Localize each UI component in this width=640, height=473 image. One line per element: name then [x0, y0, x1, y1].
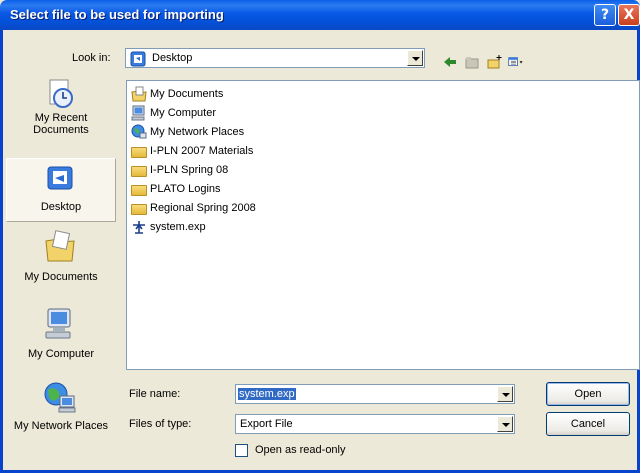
- title-bar[interactable]: Select file to be used for importing ? X: [0, 0, 640, 30]
- file-name-input[interactable]: system.exp: [235, 384, 515, 404]
- file-name-dropdown-arrow[interactable]: [497, 386, 513, 402]
- my-computer-icon: [45, 308, 71, 339]
- folder-icon: [131, 185, 147, 196]
- list-item[interactable]: system.exp: [131, 218, 206, 236]
- view-menu-icon[interactable]: [508, 54, 524, 70]
- up-folder-icon[interactable]: [464, 54, 480, 70]
- file-name: I-PLN Spring 08: [150, 164, 229, 176]
- file-type-value: Export File: [240, 418, 293, 430]
- new-folder-icon[interactable]: [487, 54, 503, 70]
- folder-icon: [131, 147, 147, 158]
- network-places-icon: [44, 382, 76, 413]
- read-only-checkbox[interactable]: [235, 444, 248, 457]
- place-my-network-places[interactable]: My Network Places: [6, 376, 116, 446]
- file-name: My Computer: [150, 107, 217, 119]
- open-button[interactable]: Open: [546, 382, 630, 406]
- list-item[interactable]: My Computer: [131, 104, 216, 122]
- place-label: My Recent Documents: [33, 112, 89, 136]
- list-item[interactable]: PLATO Logins: [131, 180, 221, 198]
- place-label: My Network Places: [13, 420, 109, 432]
- list-item[interactable]: My Documents: [131, 85, 223, 103]
- look-in-dropdown-arrow[interactable]: [407, 50, 423, 66]
- my-documents-icon: [45, 230, 75, 262]
- desktop-icon: [47, 166, 73, 190]
- place-my-recent-documents[interactable]: My Recent Documents: [6, 70, 116, 140]
- place-label: Desktop: [40, 201, 82, 213]
- window-title: Select file to be used for importing: [10, 7, 224, 22]
- place-label: My Documents: [24, 271, 98, 283]
- file-type-label: Files of type:: [129, 418, 192, 430]
- help-icon: ?: [600, 7, 610, 23]
- my-documents-icon: [131, 86, 147, 102]
- file-name: PLATO Logins: [150, 183, 221, 195]
- file-name: Regional Spring 2008: [150, 202, 256, 214]
- file-name: I-PLN 2007 Materials: [150, 145, 254, 157]
- file-list[interactable]: My Documents My Computer My Network Plac…: [126, 80, 640, 370]
- file-name-label: File name:: [129, 388, 181, 400]
- place-my-documents[interactable]: My Documents: [6, 225, 116, 295]
- file-type-dropdown-arrow[interactable]: [497, 416, 513, 432]
- desktop-small-icon: [130, 51, 146, 67]
- recent-documents-icon: [49, 79, 73, 108]
- look-in-dropdown[interactable]: Desktop: [125, 48, 425, 68]
- help-button[interactable]: ?: [594, 4, 616, 26]
- list-item[interactable]: I-PLN Spring 08: [131, 161, 228, 179]
- network-places-icon: [131, 124, 147, 139]
- list-item[interactable]: I-PLN 2007 Materials: [131, 142, 253, 160]
- back-arrow-icon[interactable]: [442, 54, 458, 70]
- file-name-value: system.exp: [238, 388, 296, 400]
- place-my-computer[interactable]: My Computer: [6, 302, 116, 372]
- exp-file-icon: [133, 221, 145, 234]
- file-name: My Network Places: [150, 126, 245, 138]
- place-label: My Computer: [27, 348, 95, 360]
- cancel-button[interactable]: Cancel: [546, 412, 630, 436]
- place-desktop[interactable]: Desktop: [6, 158, 116, 222]
- read-only-label: Open as read-only: [255, 444, 346, 456]
- folder-icon: [131, 166, 147, 177]
- look-in-label: Look in:: [72, 52, 111, 64]
- file-name: My Documents: [150, 88, 224, 100]
- file-name: system.exp: [150, 221, 206, 233]
- close-button[interactable]: X: [618, 4, 640, 26]
- places-bar: My Recent Documents Desktop My Documents…: [6, 70, 116, 440]
- folder-icon: [131, 204, 147, 215]
- my-computer-icon: [131, 105, 145, 121]
- list-item[interactable]: My Network Places: [131, 123, 244, 141]
- list-item[interactable]: Regional Spring 2008: [131, 199, 256, 217]
- file-type-dropdown[interactable]: Export File: [235, 414, 515, 434]
- close-icon: X: [623, 7, 635, 23]
- look-in-value: Desktop: [152, 52, 193, 64]
